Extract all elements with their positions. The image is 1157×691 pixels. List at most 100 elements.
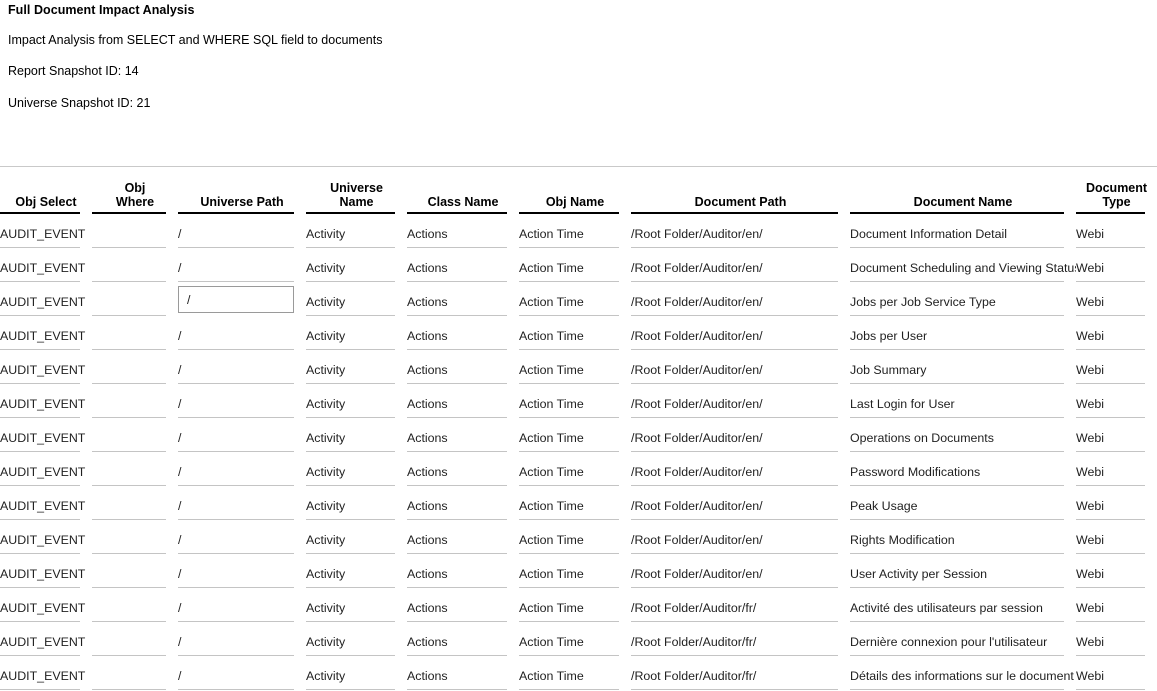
cell-universe-name[interactable]: Activity — [306, 350, 407, 384]
cell-document-path[interactable]: /Root Folder/Auditor/en/ — [631, 486, 850, 520]
cell-obj-select[interactable]: AUDIT_EVENT — [0, 486, 92, 520]
cell-universe-path[interactable]: / — [178, 350, 306, 384]
column-header-obj-where[interactable]: Obj Where — [92, 176, 178, 214]
cell-obj-select[interactable]: AUDIT_EVENT — [0, 588, 92, 622]
focused-cell-input[interactable]: / — [178, 286, 294, 313]
cell-obj-name[interactable]: Action Time — [519, 486, 631, 520]
cell-obj-where[interactable] — [92, 248, 178, 282]
cell-document-type[interactable]: Webi — [1076, 214, 1157, 248]
cell-obj-select[interactable]: AUDIT_EVENT — [0, 622, 92, 656]
cell-class-name[interactable]: Actions — [407, 350, 519, 384]
cell-document-path[interactable]: /Root Folder/Auditor/fr/ — [631, 588, 850, 622]
table-row[interactable]: AUDIT_EVENT / Activity Actions Action Time/R… — [0, 316, 1157, 350]
cell-document-path[interactable]: /Root Folder/Auditor/en/ — [631, 282, 850, 316]
cell-document-type[interactable]: Webi — [1076, 520, 1157, 554]
cell-document-type[interactable]: Webi — [1076, 656, 1157, 690]
cell-obj-where[interactable] — [92, 554, 178, 588]
column-header-universe-path[interactable]: Universe Path — [178, 176, 306, 214]
cell-obj-name[interactable]: Action Time — [519, 588, 631, 622]
cell-document-type[interactable]: Webi — [1076, 554, 1157, 588]
cell-obj-name[interactable]: Action Time — [519, 214, 631, 248]
cell-document-name[interactable]: Document Scheduling and Viewing Status — [850, 248, 1076, 282]
cell-obj-name[interactable]: Action Time — [519, 520, 631, 554]
cell-obj-where[interactable] — [92, 282, 178, 316]
cell-obj-select[interactable]: AUDIT_EVENT — [0, 656, 92, 690]
cell-universe-name[interactable]: Activity — [306, 486, 407, 520]
cell-universe-name[interactable]: Activity — [306, 248, 407, 282]
cell-universe-name[interactable]: Activity — [306, 316, 407, 350]
cell-universe-path[interactable]: / — [178, 520, 306, 554]
cell-class-name[interactable]: Actions — [407, 248, 519, 282]
cell-obj-where[interactable] — [92, 520, 178, 554]
cell-document-name[interactable]: Peak Usage — [850, 486, 1076, 520]
cell-obj-select[interactable]: AUDIT_EVENT — [0, 520, 92, 554]
cell-obj-name[interactable]: Action Time — [519, 554, 631, 588]
cell-document-name[interactable]: Activité des utilisateurs par session — [850, 588, 1076, 622]
cell-obj-name[interactable]: Action Time — [519, 248, 631, 282]
cell-universe-path[interactable]: / — [178, 214, 306, 248]
cell-universe-name[interactable]: Activity — [306, 214, 407, 248]
cell-document-type[interactable]: Webi — [1076, 282, 1157, 316]
cell-obj-name[interactable]: Action Time — [519, 622, 631, 656]
cell-obj-where[interactable] — [92, 452, 178, 486]
column-header-document-path[interactable]: Document Path — [631, 176, 850, 214]
cell-document-name[interactable]: Password Modifications — [850, 452, 1076, 486]
cell-document-name[interactable]: Job Summary — [850, 350, 1076, 384]
cell-class-name[interactable]: Actions — [407, 452, 519, 486]
cell-class-name[interactable]: Actions — [407, 554, 519, 588]
cell-class-name[interactable]: Actions — [407, 384, 519, 418]
cell-document-path[interactable]: /Root Folder/Auditor/fr/ — [631, 656, 850, 690]
cell-universe-path[interactable]: / — [178, 418, 306, 452]
cell-obj-name[interactable]: Action Time — [519, 418, 631, 452]
cell-obj-where[interactable] — [92, 588, 178, 622]
cell-obj-select[interactable]: AUDIT_EVENT — [0, 316, 92, 350]
table-row[interactable]: AUDIT_EVENT / Activity Actions Action Time/R… — [0, 554, 1157, 588]
table-row[interactable]: AUDIT_EVENT / Activity Actions Action Time/R… — [0, 248, 1157, 282]
cell-universe-name[interactable]: Activity — [306, 452, 407, 486]
cell-obj-where[interactable] — [92, 384, 178, 418]
cell-universe-path[interactable]: / — [178, 452, 306, 486]
cell-document-path[interactable]: /Root Folder/Auditor/en/ — [631, 418, 850, 452]
cell-obj-name[interactable]: Action Time — [519, 282, 631, 316]
cell-universe-path[interactable]: / — [178, 282, 306, 316]
cell-obj-where[interactable] — [92, 656, 178, 690]
cell-document-path[interactable]: /Root Folder/Auditor/en/ — [631, 316, 850, 350]
cell-document-path[interactable]: /Root Folder/Auditor/en/ — [631, 214, 850, 248]
cell-obj-where[interactable] — [92, 350, 178, 384]
cell-class-name[interactable]: Actions — [407, 520, 519, 554]
cell-obj-where[interactable] — [92, 316, 178, 350]
cell-obj-where[interactable] — [92, 622, 178, 656]
cell-document-type[interactable]: Webi — [1076, 248, 1157, 282]
cell-universe-name[interactable]: Activity — [306, 656, 407, 690]
cell-document-name[interactable]: Document Information Detail — [850, 214, 1076, 248]
cell-obj-select[interactable]: AUDIT_EVENT — [0, 384, 92, 418]
cell-universe-path[interactable]: / — [178, 384, 306, 418]
cell-obj-select[interactable]: AUDIT_EVENT — [0, 282, 92, 316]
column-header-document-type[interactable]: Document Type — [1076, 176, 1157, 214]
cell-universe-path[interactable]: / — [178, 554, 306, 588]
cell-obj-name[interactable]: Action Time — [519, 656, 631, 690]
cell-obj-select[interactable]: AUDIT_EVENT — [0, 554, 92, 588]
column-header-obj-name[interactable]: Obj Name — [519, 176, 631, 214]
cell-obj-where[interactable] — [92, 486, 178, 520]
cell-document-type[interactable]: Webi — [1076, 384, 1157, 418]
cell-document-type[interactable]: Webi — [1076, 452, 1157, 486]
column-header-universe-name[interactable]: Universe Name — [306, 176, 407, 214]
column-header-obj-select[interactable]: Obj Select — [0, 176, 92, 214]
column-header-class-name[interactable]: Class Name — [407, 176, 519, 214]
cell-document-type[interactable]: Webi — [1076, 418, 1157, 452]
cell-document-type[interactable]: Webi — [1076, 622, 1157, 656]
cell-class-name[interactable]: Actions — [407, 418, 519, 452]
cell-document-type[interactable]: Webi — [1076, 350, 1157, 384]
table-row[interactable]: AUDIT_EVENT / Activity Actions Action Time/R… — [0, 452, 1157, 486]
cell-document-path[interactable]: /Root Folder/Auditor/en/ — [631, 520, 850, 554]
table-row[interactable]: AUDIT_EVENT / Activity Actions Action Time/R… — [0, 486, 1157, 520]
cell-obj-name[interactable]: Action Time — [519, 350, 631, 384]
cell-class-name[interactable]: Actions — [407, 486, 519, 520]
cell-document-path[interactable]: /Root Folder/Auditor/en/ — [631, 384, 850, 418]
cell-document-type[interactable]: Webi — [1076, 486, 1157, 520]
cell-obj-select[interactable]: AUDIT_EVENT — [0, 214, 92, 248]
table-row[interactable]: AUDIT_EVENT / Activity Actions Action Time/R… — [0, 520, 1157, 554]
cell-document-name[interactable]: Rights Modification — [850, 520, 1076, 554]
table-row[interactable]: AUDIT_EVENT / Activity Actions Action Time/R… — [0, 282, 1157, 316]
